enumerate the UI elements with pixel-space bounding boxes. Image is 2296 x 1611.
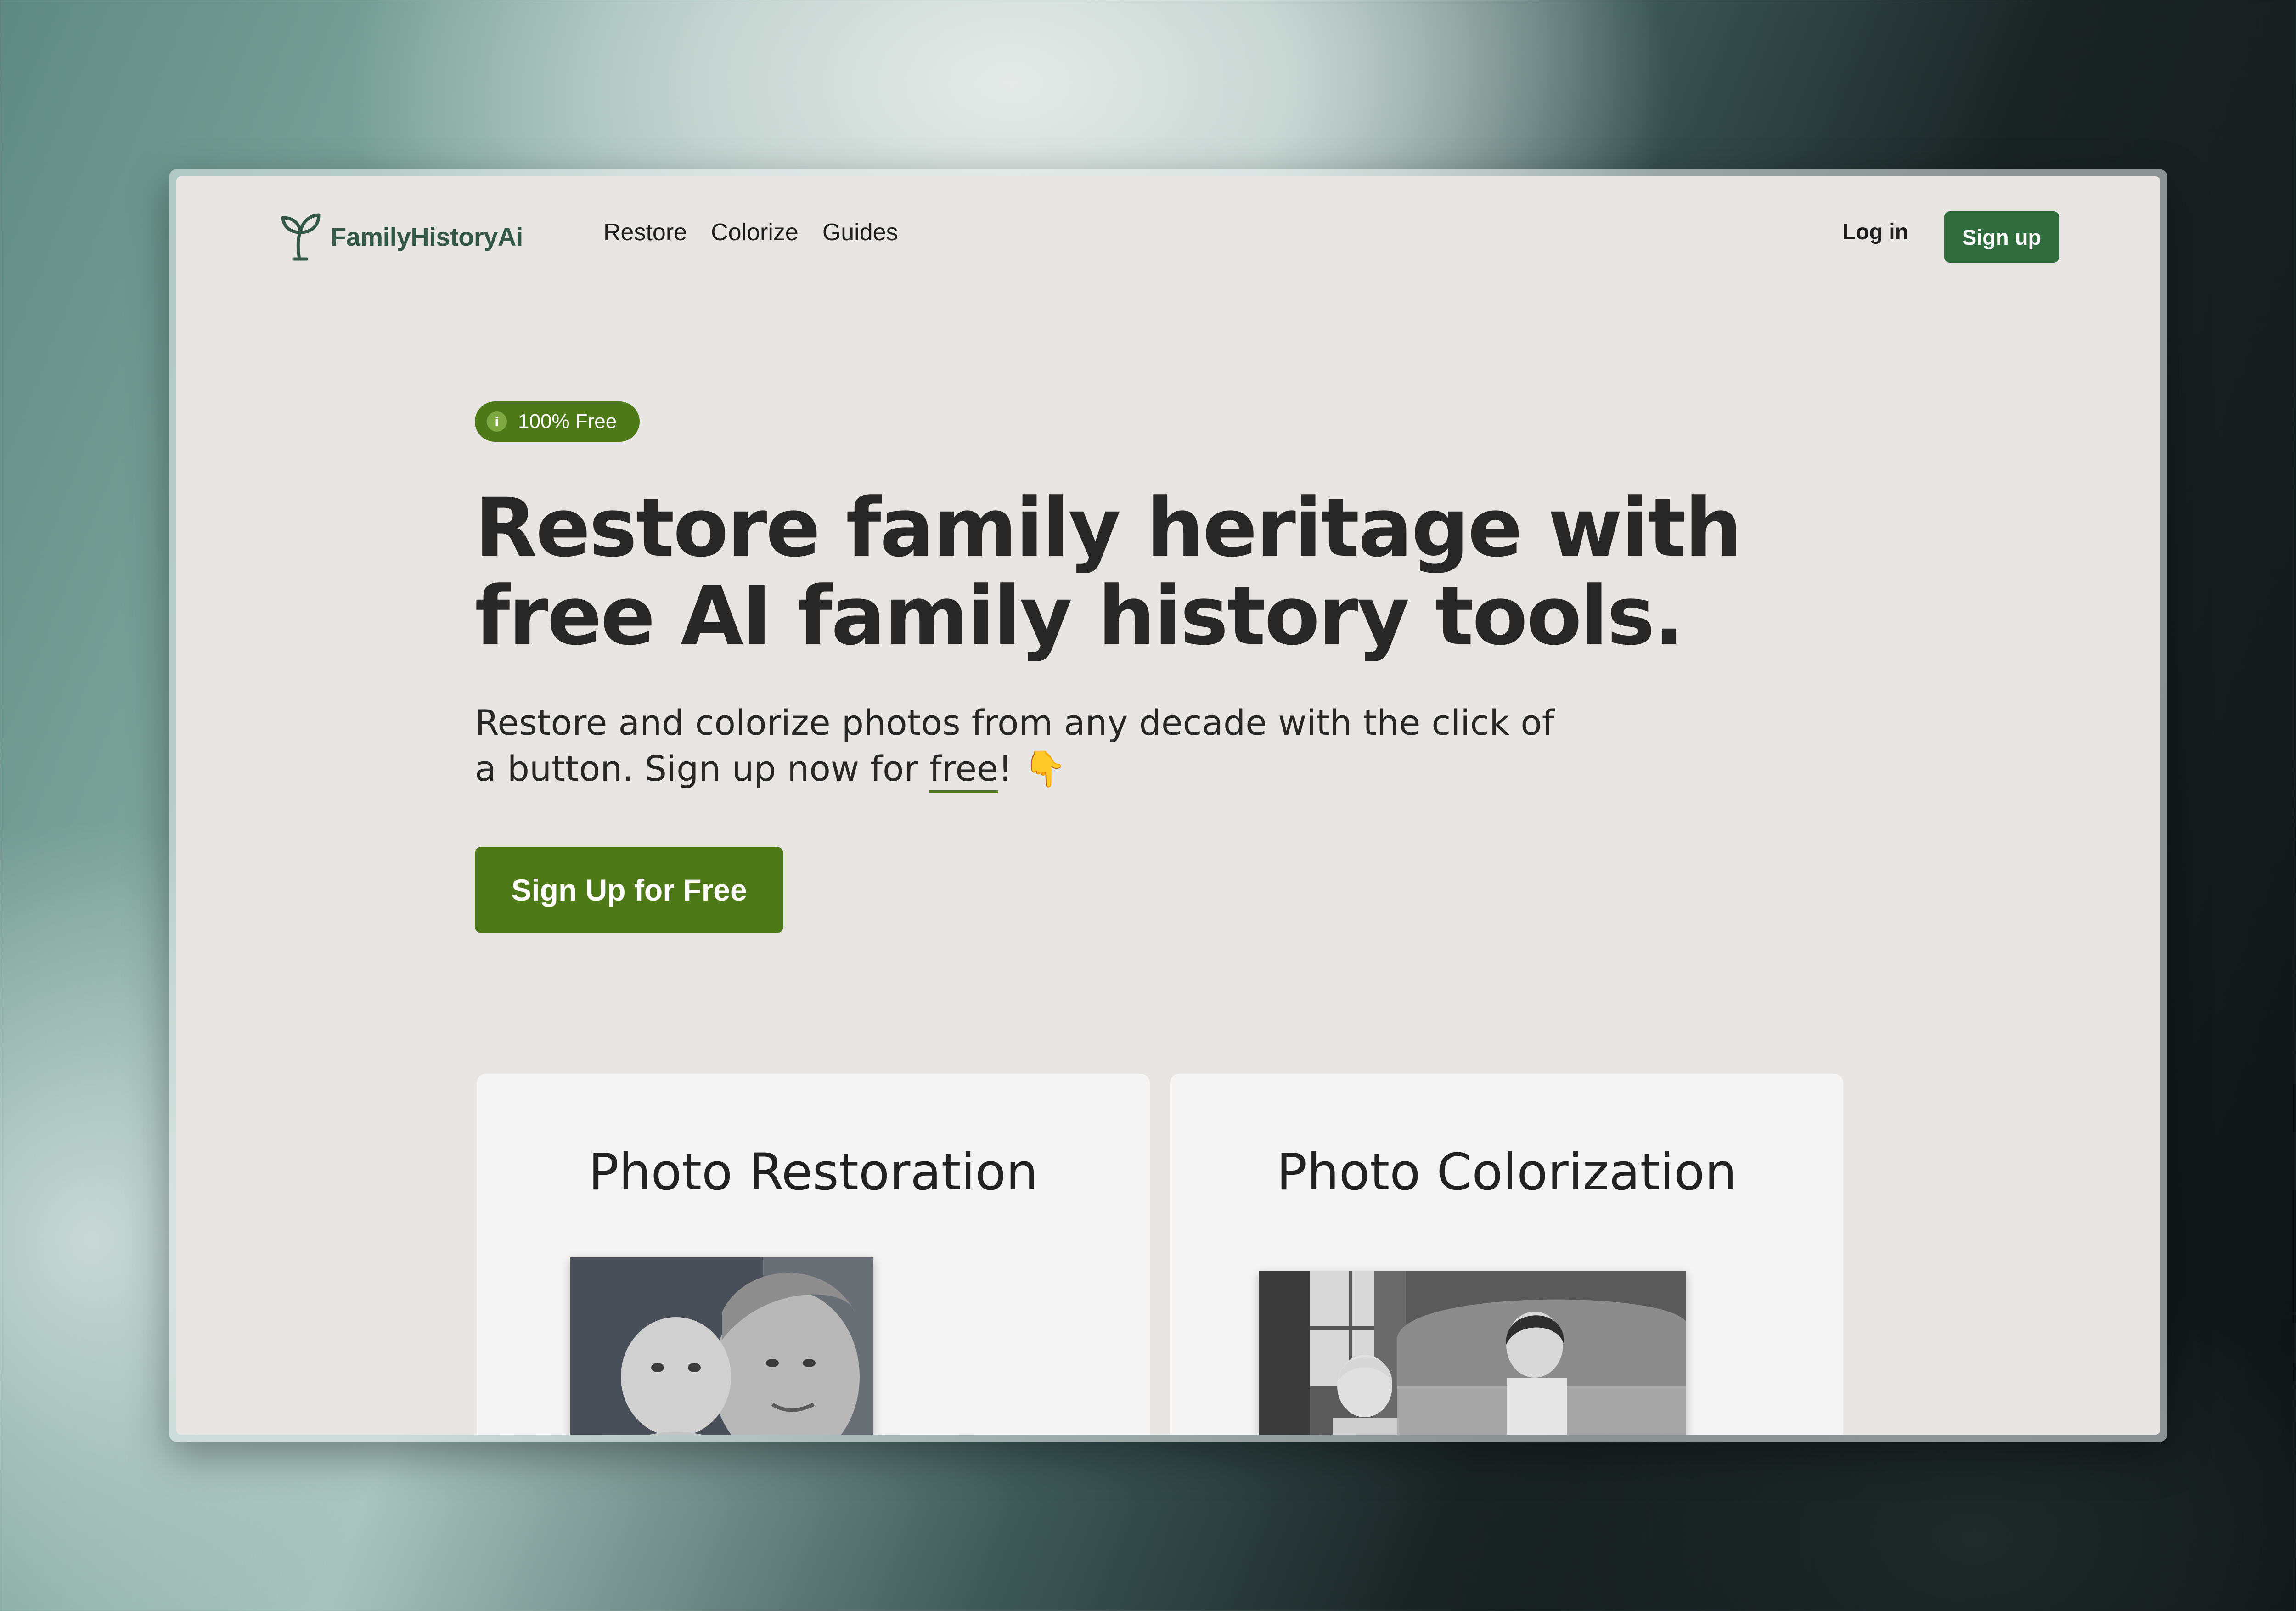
hero-title: Restore family heritage with free AI fam… xyxy=(475,481,1742,663)
card-title: Photo Restoration xyxy=(588,1143,1038,1201)
hero-subtitle-end: ! xyxy=(998,748,1024,789)
nav-link-restore[interactable]: Restore xyxy=(603,219,687,246)
nav-link-guides[interactable]: Guides xyxy=(822,219,898,246)
free-badge: i 100% Free xyxy=(475,401,640,442)
login-link[interactable]: Log in xyxy=(1842,220,1908,245)
info-icon: i xyxy=(487,411,507,432)
nav-links: Restore Colorize Guides xyxy=(603,219,898,246)
page: FamilyHistoryAi Restore Colorize Guides … xyxy=(176,176,2160,1435)
brand-logo[interactable]: FamilyHistoryAi xyxy=(277,211,523,262)
photo-illustration xyxy=(570,1257,873,1435)
photo-colorization-card[interactable]: Photo Colorization xyxy=(1170,1074,1843,1435)
signup-cta-button[interactable]: Sign Up for Free xyxy=(475,847,783,933)
photo-illustration xyxy=(1259,1271,1686,1435)
card-title: Photo Colorization xyxy=(1276,1143,1737,1201)
photo-restoration-card[interactable]: Photo Restoration xyxy=(477,1074,1150,1435)
leaf-sprout-icon xyxy=(281,213,321,261)
free-emphasis: free xyxy=(929,748,998,793)
colorization-sample-photo xyxy=(1259,1271,1686,1435)
restoration-sample-photo xyxy=(570,1257,873,1435)
badge-label: 100% Free xyxy=(518,410,617,433)
signup-button[interactable]: Sign up xyxy=(1944,211,2059,263)
brand-name: FamilyHistoryAi xyxy=(331,222,523,251)
navbar: FamilyHistoryAi Restore Colorize Guides … xyxy=(176,176,2160,296)
nav-link-colorize[interactable]: Colorize xyxy=(711,219,799,246)
hero-subtitle: Restore and colorize photos from any dec… xyxy=(475,700,1577,793)
pointing-down-icon: 👇 xyxy=(1023,748,1067,789)
